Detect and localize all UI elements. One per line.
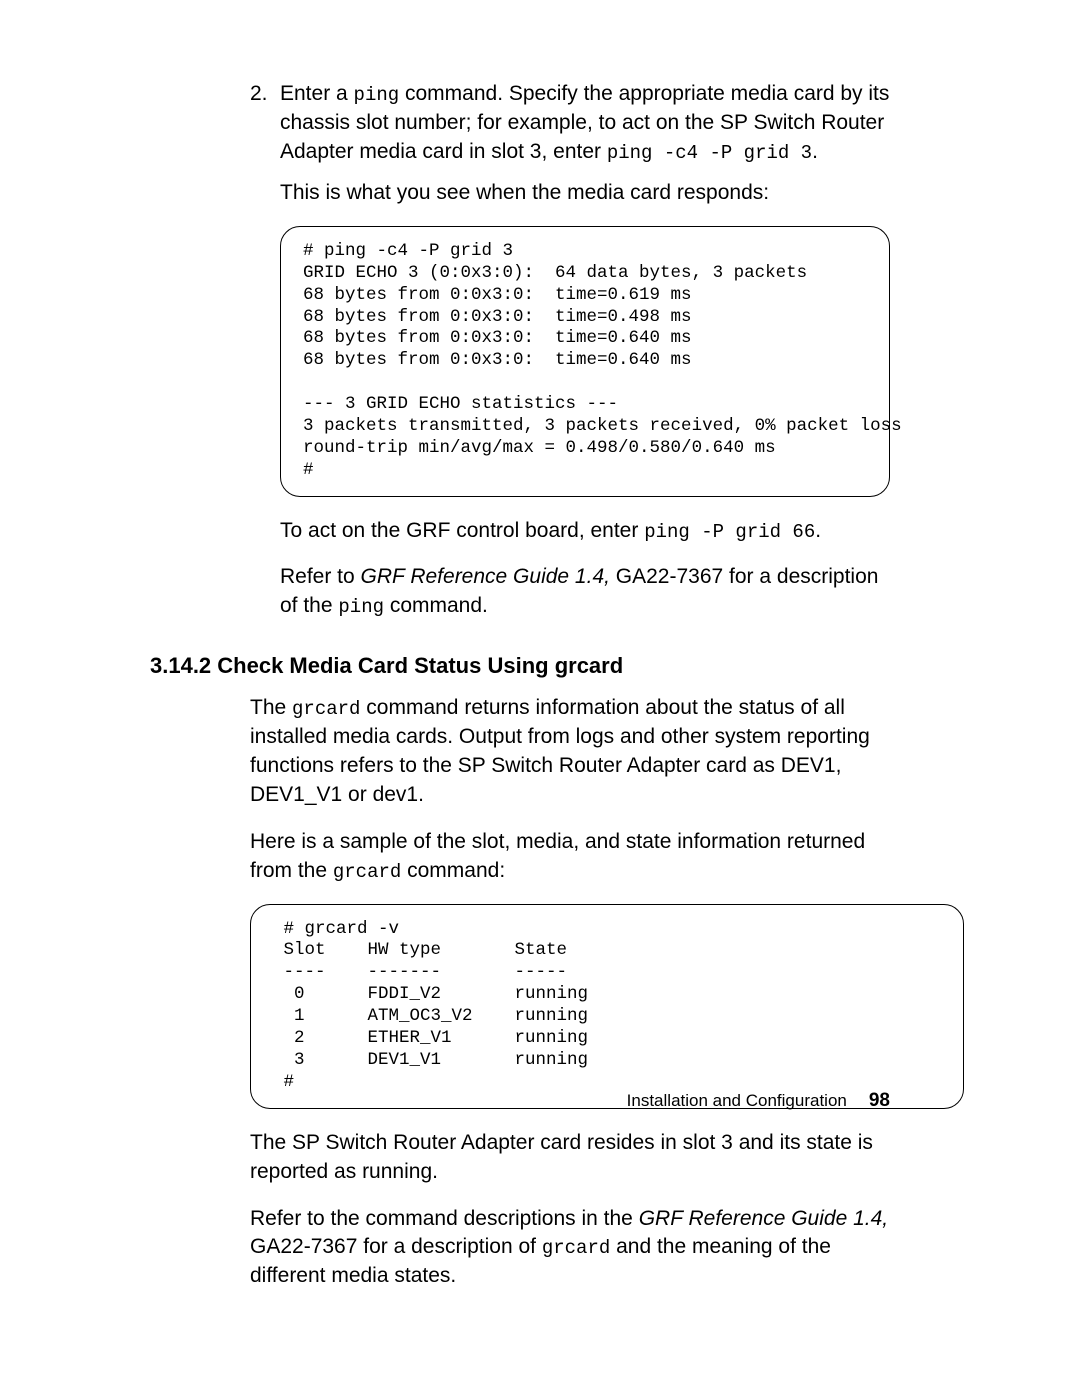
grcard-sample-b: command: xyxy=(401,859,505,882)
grf-guide-title-2: GRF Reference Guide 1.4, xyxy=(639,1207,888,1230)
ref-text-a: Refer to xyxy=(280,565,361,588)
footer-page-number: 98 xyxy=(869,1090,890,1111)
ping-grid-66-cmd: ping -P grid 66 xyxy=(644,521,815,543)
response-intro: This is what you see when the media card… xyxy=(280,179,890,208)
ref-text-c: command. xyxy=(384,594,488,617)
control-board-note: To act on the GRF control board, enter p… xyxy=(280,517,890,546)
page-footer: Installation and Configuration 98 xyxy=(0,1090,1080,1112)
ping-command-inline: ping xyxy=(354,84,400,106)
grcard-desc-a: The xyxy=(250,696,292,719)
ping-cmd-ref: ping xyxy=(338,596,384,618)
section-heading-3-14-2: 3.14.2 Check Media Card Status Using grc… xyxy=(150,651,890,681)
grcard-cmd-inline-1: grcard xyxy=(292,698,360,720)
grcard-reference-note: Refer to the command descriptions in the… xyxy=(250,1205,890,1292)
grf-guide-title-1: GRF Reference Guide 1.4, xyxy=(361,565,610,588)
grcard-description: The grcard command returns information a… xyxy=(250,694,890,810)
grcard-ref-b: GA22-7367 for a description of xyxy=(250,1235,542,1258)
step-2: 2. Enter a ping command. Specify the app… xyxy=(250,80,890,167)
step-2-text-a: Enter a xyxy=(280,82,354,105)
control-board-text-b: . xyxy=(815,519,821,542)
step-2-marker: 2. xyxy=(250,80,268,109)
grcard-slot3-note: The SP Switch Router Adapter card reside… xyxy=(250,1129,890,1187)
grcard-cmd-inline-2: grcard xyxy=(333,861,401,883)
ping-reference-note: Refer to GRF Reference Guide 1.4, GA22-7… xyxy=(280,563,890,621)
grcard-sample-intro: Here is a sample of the slot, media, and… xyxy=(250,828,890,886)
step-2-period: . xyxy=(812,140,818,163)
grcard-ref-a: Refer to the command descriptions in the xyxy=(250,1207,639,1230)
control-board-text-a: To act on the GRF control board, enter xyxy=(280,519,644,542)
grcard-output-block: # grcard -v Slot HW type State ---- ----… xyxy=(250,904,964,1109)
footer-chapter-title: Installation and Configuration xyxy=(627,1091,847,1110)
page-container: 2. Enter a ping command. Specify the app… xyxy=(0,0,1080,1397)
grcard-cmd-inline-3: grcard xyxy=(542,1237,610,1259)
ping-output-block: # ping -c4 -P grid 3 GRID ECHO 3 (0:0x3:… xyxy=(280,226,890,497)
ping-example-inline: ping -c4 -P grid 3 xyxy=(607,142,812,164)
